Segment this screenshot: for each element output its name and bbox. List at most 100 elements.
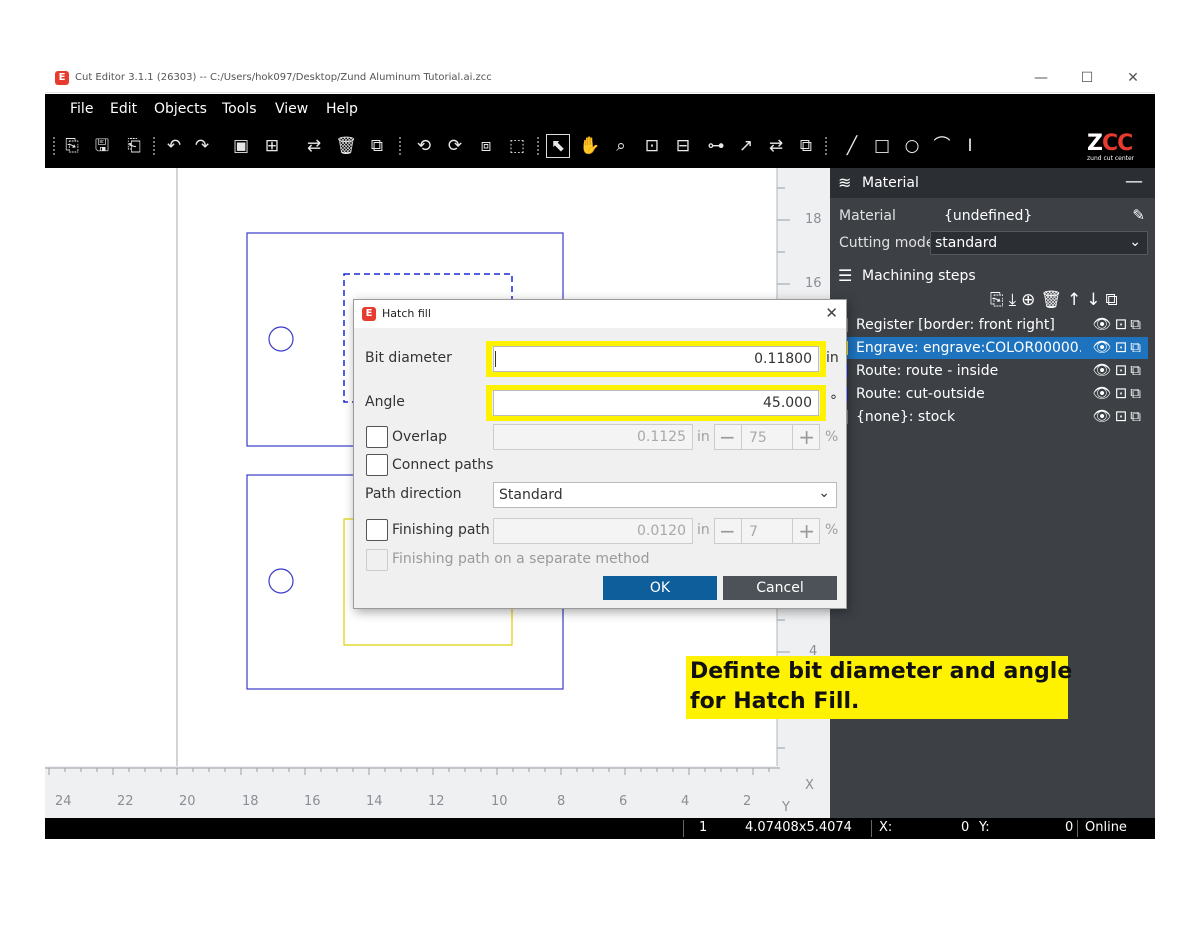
bit-diameter-unit: in	[826, 350, 839, 366]
plus-icon[interactable]: +	[798, 425, 815, 449]
hole-top[interactable]	[268, 326, 294, 352]
ok-button[interactable]: OK	[603, 576, 717, 600]
align-icon[interactable]: ⬚	[506, 135, 528, 157]
list-icon: ☰	[838, 266, 853, 285]
path-direction-select[interactable]: Standard ⌄	[493, 482, 837, 508]
menu-objects[interactable]: Objects	[154, 101, 207, 117]
step-row-register[interactable]: Register [border: front right] 👁⊡⧉	[836, 314, 1148, 336]
annotation-line-2: for Hatch Fill.	[690, 689, 860, 714]
dialog-close-button[interactable]: ✕	[825, 304, 838, 322]
maximize-button[interactable]: ☐	[1067, 68, 1107, 88]
move-up-icon[interactable]: ↑	[1067, 290, 1086, 310]
move-down-icon[interactable]: ↓	[1086, 290, 1105, 310]
step-row-route-outside[interactable]: Route: cut-outside 👁⊡⧉	[836, 383, 1148, 405]
text-icon[interactable]: I	[959, 135, 981, 157]
cancel-button[interactable]: Cancel	[723, 576, 837, 600]
minus-icon[interactable]: −	[719, 425, 736, 449]
select-icon[interactable]: ⬉	[546, 134, 570, 158]
dialog-title-bar[interactable]: E Hatch fill ✕	[354, 300, 846, 328]
step-visibility-lock-icons[interactable]: 👁⊡⧉	[1093, 338, 1144, 356]
connect-paths-checkbox[interactable]	[366, 454, 388, 476]
toolbar-grip[interactable]	[537, 137, 541, 155]
reorder-icon[interactable]: ⇄	[303, 135, 325, 157]
step-visibility-lock-icons[interactable]: 👁⊡⧉	[1093, 315, 1144, 333]
arrow-icon[interactable]: ↗	[735, 135, 757, 157]
step-row-engrave[interactable]: Engrave: engrave:COLOR00000... 👁⊡⧉	[836, 337, 1148, 359]
mirror-icon[interactable]: ⟳	[444, 135, 466, 157]
rotate-icon[interactable]: ⟲	[413, 135, 435, 157]
menu-view[interactable]: View	[275, 101, 308, 117]
menu-tools[interactable]: Tools	[222, 101, 257, 117]
ruler-label-v-16: 16	[805, 276, 822, 291]
duplicate-icon[interactable]: ⧈	[475, 135, 497, 157]
toolbar-grip[interactable]	[153, 137, 157, 155]
close-window-button[interactable]: ✕	[1113, 68, 1153, 88]
angle-input[interactable]: 45.000	[493, 390, 819, 416]
minus-icon[interactable]: −	[719, 519, 736, 543]
step-row-stock[interactable]: {none}: stock 👁⊡⧉	[836, 406, 1148, 428]
ruler-label-v-18: 18	[805, 212, 822, 227]
merge-icon[interactable]: ⤓	[1009, 290, 1022, 310]
measure-icon[interactable]: ⊶	[705, 135, 727, 157]
cutting-mode-select[interactable]: standard ⌄	[930, 231, 1148, 255]
finishing-path-input[interactable]: 0.0120	[493, 518, 693, 544]
step-visibility-lock-icons[interactable]: 👁⊡⧉	[1093, 361, 1144, 379]
text-cursor	[495, 351, 496, 367]
step-row-route-inside[interactable]: Route: route - inside 👁⊡⧉	[836, 360, 1148, 382]
finishing-path-checkbox[interactable]	[366, 519, 388, 541]
step-visibility-lock-icons[interactable]: 👁⊡⧉	[1093, 384, 1144, 402]
delete-step-icon[interactable]: 🗑	[1040, 290, 1067, 310]
cutting-mode-label: Cutting mode	[839, 235, 935, 251]
swap-icon[interactable]: ⇄	[765, 135, 787, 157]
layer-icon[interactable]: ⧉	[366, 135, 388, 157]
bit-diameter-input[interactable]: 0.11800	[493, 346, 819, 372]
status-connection: Online	[1085, 820, 1127, 835]
menu-file[interactable]: File	[70, 101, 93, 117]
minimize-button[interactable]: —	[1021, 68, 1061, 88]
hole-bottom[interactable]	[268, 568, 294, 594]
hand-icon[interactable]: ✋	[579, 135, 601, 157]
menu-edit[interactable]: Edit	[110, 101, 137, 117]
export-icon[interactable]: ⎗	[123, 135, 145, 157]
status-size: 4.07408x5.4074	[745, 820, 852, 835]
collapse-icon[interactable]: —	[1125, 171, 1143, 192]
line-icon[interactable]: ╱	[841, 135, 863, 157]
menu-help[interactable]: Help	[326, 101, 358, 117]
redo-icon[interactable]: ↷	[191, 135, 213, 157]
arc-icon[interactable]: ⌒	[931, 135, 953, 157]
circle-icon[interactable]: ○	[901, 135, 923, 157]
annotation-line-1: Definte bit diameter and angle	[690, 659, 1073, 684]
plus-icon[interactable]: +	[798, 519, 815, 543]
overlap-checkbox[interactable]	[366, 426, 388, 448]
overlap-input[interactable]: 0.1125	[493, 424, 693, 450]
toolbar-grip[interactable]	[399, 137, 403, 155]
ruler-label-h: 16	[304, 794, 321, 809]
finishing-separate-checkbox[interactable]	[366, 549, 388, 571]
toolbar-grip[interactable]	[53, 137, 57, 155]
save-icon[interactable]: 🖫	[91, 135, 113, 157]
copy-step-icon[interactable]: ⧉	[1105, 290, 1122, 310]
overlap-percent-value: 75	[749, 430, 767, 446]
add-tool-icon[interactable]: ⊕	[1021, 290, 1040, 310]
edit-pencil-icon[interactable]: ✎	[1132, 206, 1145, 224]
overlap-percent-stepper[interactable]: − 75 +	[714, 424, 820, 450]
toolbar-grip[interactable]	[825, 137, 829, 155]
finishing-percent-stepper[interactable]: − 7 +	[714, 518, 820, 544]
status-y-value: 0	[1065, 820, 1074, 835]
fit-page-icon[interactable]: ⊟	[672, 135, 694, 157]
step-visibility-lock-icons[interactable]: 👁⊡⧉	[1093, 407, 1144, 425]
material-header[interactable]: ≋ Material —	[830, 168, 1155, 198]
horizontal-ruler-ticks	[48, 768, 770, 775]
delete-icon[interactable]: 🗑	[335, 135, 357, 157]
copy-icon[interactable]: ⧉	[795, 135, 817, 157]
ungroup-icon[interactable]: ⊞	[261, 135, 283, 157]
group-icon[interactable]: ▣	[230, 135, 252, 157]
finishing-path-unit: in	[697, 522, 710, 538]
zoom-icon[interactable]: ⌕	[610, 135, 632, 157]
rectangle-icon[interactable]: □	[871, 135, 893, 157]
add-step-icon[interactable]: ⎘	[990, 290, 1009, 310]
cutting-mode-value: standard	[935, 235, 998, 251]
import-icon[interactable]: ⎘	[61, 135, 83, 157]
fit-icon[interactable]: ⊡	[641, 135, 663, 157]
undo-icon[interactable]: ↶	[163, 135, 185, 157]
